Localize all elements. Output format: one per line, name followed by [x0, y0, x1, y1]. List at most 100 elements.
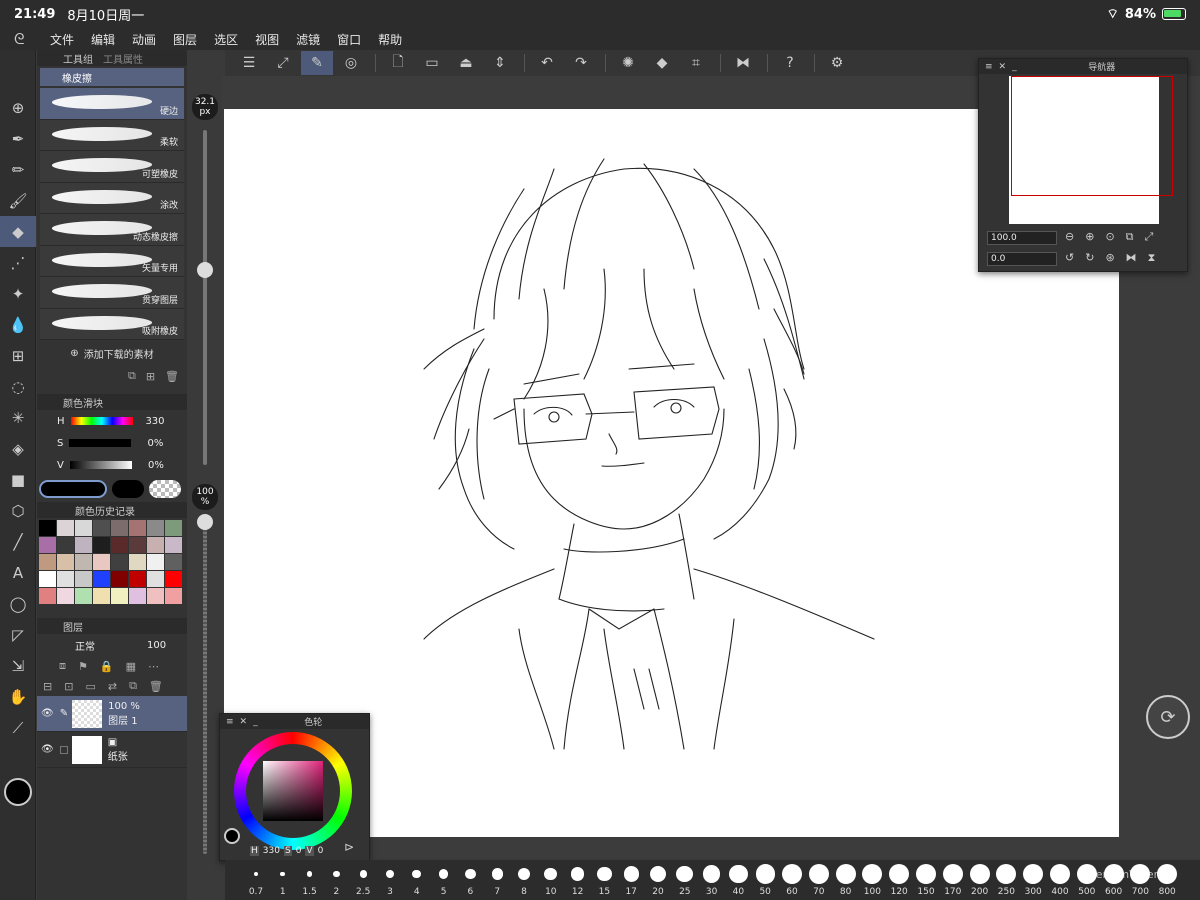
size-preset[interactable]: 7: [484, 860, 510, 900]
palette-swatch[interactable]: [111, 520, 128, 536]
palette-swatch[interactable]: [39, 554, 56, 570]
palette-swatch[interactable]: [39, 588, 56, 604]
panel-menu-icon[interactable]: ≡: [985, 62, 993, 72]
size-preset[interactable]: 30: [699, 860, 725, 900]
size-preset[interactable]: 100: [859, 860, 885, 900]
layer-clip-icon[interactable]: ⧈: [59, 659, 66, 673]
palette-swatch[interactable]: [75, 571, 92, 587]
palette-swatch[interactable]: [39, 537, 56, 553]
fit-icon[interactable]: ⊙: [1105, 230, 1114, 244]
palette-swatch[interactable]: [147, 520, 164, 536]
menu-file[interactable]: 文件: [50, 31, 74, 48]
flip-horizontal-icon[interactable]: ⧓: [1126, 251, 1137, 265]
main-color-pill[interactable]: [39, 480, 107, 498]
balloon-icon[interactable]: ◯: [0, 588, 36, 619]
minimize-icon[interactable]: _: [1012, 62, 1017, 72]
reset-rotation-icon[interactable]: ⊛: [1105, 251, 1114, 265]
rotate-right-icon[interactable]: ↻: [1085, 251, 1094, 265]
palette-swatch[interactable]: [57, 537, 74, 553]
grid-icon[interactable]: ⊞: [0, 340, 36, 371]
layer-opacity[interactable]: 100: [147, 640, 166, 651]
size-preset[interactable]: 5: [431, 860, 457, 900]
palette-swatch[interactable]: [57, 571, 74, 587]
flip-icon[interactable]: ⧓: [727, 51, 759, 75]
airbrush-icon[interactable]: ⋰: [0, 247, 36, 278]
size-preset[interactable]: 1.5: [297, 860, 323, 900]
wheel-current-color[interactable]: [224, 828, 240, 844]
navigator-preview[interactable]: [1009, 76, 1173, 224]
close-icon[interactable]: ✕: [240, 717, 248, 727]
copy-icon[interactable]: ⊞: [146, 370, 155, 383]
menu-view[interactable]: 视图: [255, 31, 279, 48]
transfer-icon[interactable]: ⇄: [108, 680, 117, 693]
move-icon[interactable]: ⇲: [0, 650, 36, 681]
sv-square[interactable]: [263, 761, 323, 821]
loading-icon[interactable]: ✺: [612, 51, 644, 75]
panel-menu-icon[interactable]: ≡: [226, 717, 234, 727]
open-folder-icon[interactable]: ▭: [416, 51, 448, 75]
brush-item[interactable]: 动态橡皮擦: [40, 214, 184, 246]
lasso-icon[interactable]: ◌: [0, 371, 36, 402]
layer-checkbox[interactable]: [59, 745, 68, 754]
zoom-out-icon[interactable]: ⊖: [1065, 230, 1074, 244]
size-preset[interactable]: 2: [323, 860, 349, 900]
brush-size-track[interactable]: [203, 130, 207, 465]
size-preset[interactable]: 150: [913, 860, 939, 900]
palette-swatch[interactable]: [147, 588, 164, 604]
palette-swatch[interactable]: [111, 554, 128, 570]
brush-item[interactable]: 吸附橡皮: [40, 308, 184, 340]
palette-swatch[interactable]: [129, 520, 146, 536]
3d-icon[interactable]: ⬡: [0, 495, 36, 526]
size-preset[interactable]: 25: [672, 860, 698, 900]
palette-swatch[interactable]: [93, 571, 110, 587]
minimize-icon[interactable]: _: [253, 717, 258, 727]
palette-swatch[interactable]: [165, 520, 182, 536]
palette-swatch[interactable]: [93, 588, 110, 604]
layer-mask-icon[interactable]: ▦: [126, 660, 136, 673]
app-logo-icon[interactable]: ᘓ: [14, 30, 36, 48]
palette-swatch[interactable]: [111, 537, 128, 553]
transform-icon[interactable]: ⌗: [680, 51, 712, 75]
rotate-canvas-button[interactable]: ⟳: [1146, 695, 1190, 739]
size-preset[interactable]: 40: [725, 860, 751, 900]
help-icon[interactable]: ?: [774, 51, 806, 75]
eyedropper-icon[interactable]: ⟋: [0, 712, 36, 743]
menu-edit[interactable]: 编辑: [91, 31, 115, 48]
layer-more-icon[interactable]: ⋯: [148, 660, 159, 673]
opacity-track[interactable]: [203, 518, 207, 854]
size-preset[interactable]: 60: [779, 860, 805, 900]
menu-icon[interactable]: ☰: [233, 51, 265, 75]
transparent-color-pill[interactable]: [149, 480, 181, 498]
layer-row[interactable]: 👁 ✎ 100 % 图层 1: [37, 696, 187, 732]
palette-swatch[interactable]: [57, 588, 74, 604]
pen-icon[interactable]: ✒: [0, 123, 36, 154]
add-material-button[interactable]: ⊕ 添加下载的素材: [37, 340, 187, 366]
menu-selection[interactable]: 选区: [214, 31, 238, 48]
new-canvas-icon[interactable]: ⤢: [267, 51, 299, 75]
palette-swatch[interactable]: [111, 588, 128, 604]
palette-swatch[interactable]: [165, 554, 182, 570]
actual-size-icon[interactable]: ⧉: [1126, 230, 1134, 244]
palette-swatch[interactable]: [165, 537, 182, 553]
size-preset[interactable]: 50: [752, 860, 778, 900]
visibility-icon[interactable]: 👁: [41, 708, 54, 719]
zoom-field[interactable]: 100.0: [987, 231, 1057, 245]
palette-swatch[interactable]: [129, 588, 146, 604]
menu-window[interactable]: 窗口: [337, 31, 361, 48]
size-preset[interactable]: 120: [886, 860, 912, 900]
brush-icon[interactable]: 🖌: [0, 185, 36, 216]
zoom-in-icon[interactable]: ⊕: [1085, 230, 1094, 244]
download-icon[interactable]: ⊕: [0, 92, 36, 123]
layer-trash-icon[interactable]: 🗑: [149, 680, 163, 693]
sort-icon[interactable]: ⇕: [484, 51, 516, 75]
new-layer-icon[interactable]: ⊟: [43, 680, 52, 693]
text-icon[interactable]: A: [0, 557, 36, 588]
tab-tool-properties[interactable]: 工具属性: [103, 51, 143, 66]
eraser-icon[interactable]: ◆: [0, 216, 36, 247]
brush-item[interactable]: 贯穿图层: [40, 277, 184, 309]
fill-bucket-icon[interactable]: ◈: [0, 433, 36, 464]
tab-tool-group[interactable]: 工具组: [63, 51, 93, 66]
rotation-field[interactable]: 0.0: [987, 252, 1057, 266]
palette-swatch[interactable]: [93, 520, 110, 536]
layer-lock-icon[interactable]: 🔒: [100, 660, 114, 673]
